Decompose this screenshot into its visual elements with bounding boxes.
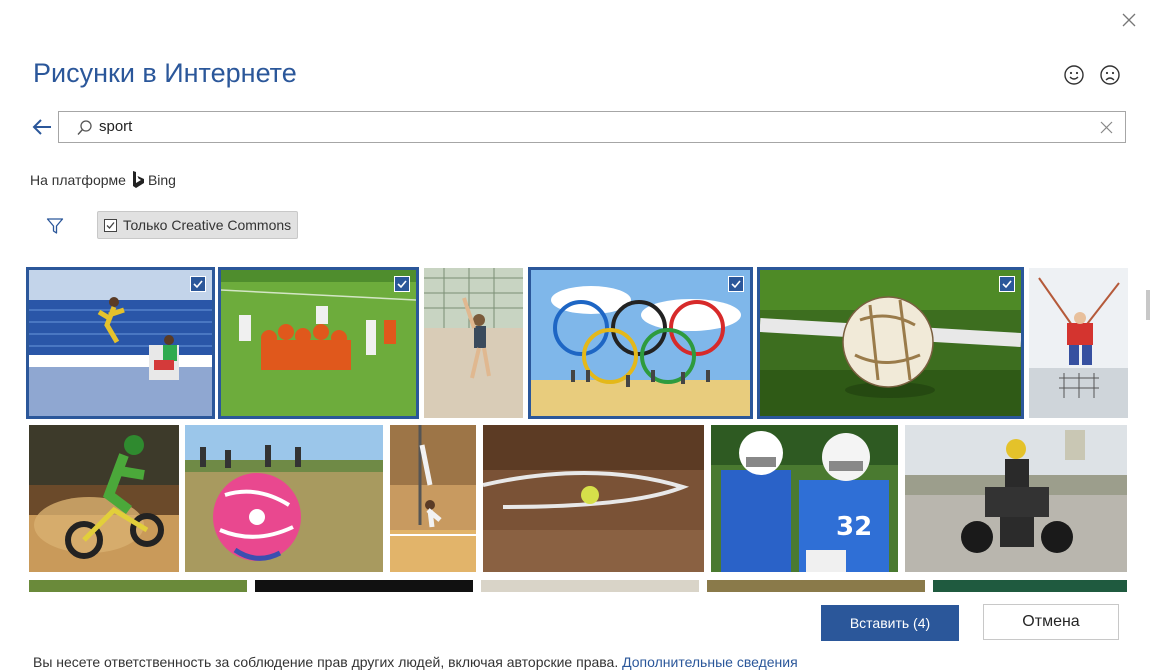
image-thumb-partial[interactable] — [707, 580, 925, 592]
selected-checkmark — [190, 276, 206, 292]
image-thumb-quad-bike[interactable] — [905, 425, 1127, 572]
dialog-title: Рисунки в Интернете — [33, 58, 297, 88]
image-thumb-football-team[interactable] — [218, 267, 419, 419]
close-icon — [1122, 13, 1136, 27]
image-thumb-partial[interactable] — [255, 580, 473, 592]
check-icon — [397, 280, 407, 289]
provider-line: На платформе Bing — [30, 171, 176, 189]
filter-button[interactable] — [46, 217, 64, 235]
image-quad-bike — [905, 425, 1127, 572]
frown-button[interactable] — [1099, 64, 1121, 86]
image-thumb-high-jump[interactable] — [26, 267, 215, 419]
image-thumb-olympic-rings[interactable] — [528, 267, 753, 419]
creative-commons-toggle[interactable]: Только Creative Commons — [97, 211, 299, 239]
check-icon — [731, 280, 741, 289]
selected-checkmark — [394, 276, 410, 292]
image-thumb-american-football[interactable]: 32 — [711, 425, 898, 572]
search-input[interactable] — [99, 112, 1079, 142]
image-motocross — [29, 425, 179, 572]
checkbox-checked-icon — [104, 218, 117, 232]
image-thumb-soccer-ball[interactable] — [757, 267, 1024, 419]
jersey-number: 32 — [836, 512, 872, 542]
selected-checkmark — [728, 276, 744, 292]
search-icon — [77, 120, 92, 135]
frown-icon — [1100, 65, 1120, 85]
image-olympic-rings — [531, 270, 750, 416]
back-button[interactable] — [31, 117, 53, 137]
provider-label: На платформе — [30, 172, 126, 188]
clear-icon[interactable] — [1100, 121, 1113, 134]
image-pink-ball — [185, 425, 383, 572]
creative-commons-label: Только Creative Commons — [123, 217, 292, 233]
insert-button[interactable]: Вставить (4) — [821, 605, 959, 641]
arrow-left-icon — [32, 119, 51, 135]
image-football-team — [221, 270, 416, 416]
check-icon — [193, 280, 203, 289]
image-thumb-gymnast[interactable] — [390, 425, 476, 572]
image-thumb-track-ball[interactable] — [483, 425, 704, 572]
selected-checkmark — [999, 276, 1015, 292]
image-high-jump — [29, 270, 212, 416]
check-icon — [1002, 280, 1012, 289]
provider-brand: Bing — [147, 172, 176, 188]
image-gymnast — [390, 425, 476, 572]
image-thumb-partial[interactable] — [933, 580, 1127, 592]
cancel-button[interactable]: Отмена — [983, 604, 1119, 640]
image-thumb-climber[interactable] — [1029, 268, 1128, 418]
search-box[interactable] — [58, 111, 1126, 143]
close-button[interactable] — [1119, 10, 1139, 30]
image-soccer-ball — [760, 270, 1021, 416]
smile-icon — [1064, 65, 1084, 85]
image-climber — [1029, 268, 1128, 418]
bing-logo-icon — [132, 171, 144, 188]
image-thumb-tennis[interactable] — [424, 268, 523, 418]
smile-button[interactable] — [1063, 64, 1085, 86]
image-thumb-motocross[interactable] — [29, 425, 179, 572]
image-track-ball — [483, 425, 704, 572]
image-thumb-partial[interactable] — [481, 580, 699, 592]
image-american-football: 32 — [711, 425, 898, 572]
scrollbar-thumb[interactable] — [1146, 290, 1150, 320]
image-thumb-partial[interactable] — [29, 580, 247, 592]
image-thumb-pink-ball[interactable] — [185, 425, 383, 572]
filter-icon — [46, 218, 64, 234]
image-tennis — [424, 268, 523, 418]
